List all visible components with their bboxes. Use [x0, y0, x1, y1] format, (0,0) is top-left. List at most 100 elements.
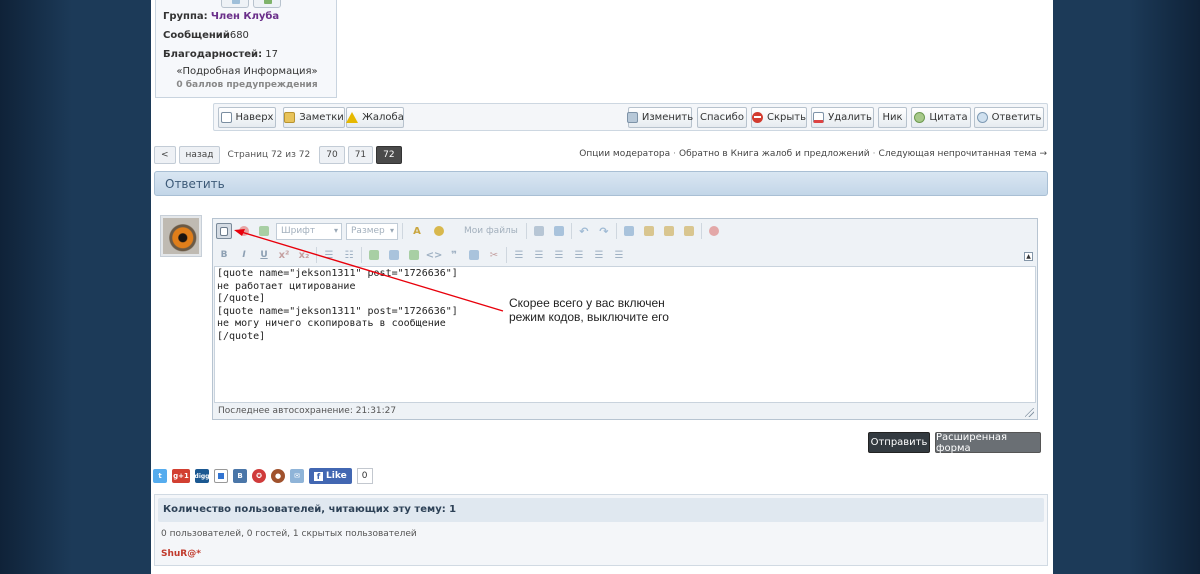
moderator-links: Опции модератора · Обратно в Книга жалоб и…	[579, 149, 1047, 159]
reply-header: Ответить	[154, 171, 1048, 196]
vk-icon[interactable]: B	[233, 469, 247, 483]
page-link-72-current[interactable]: 72	[376, 146, 402, 164]
undo-format-button[interactable]	[236, 223, 252, 239]
back-button[interactable]: назад	[178, 146, 221, 164]
author-thanks-row: Благодарностей: 17	[163, 49, 278, 60]
reply-icon	[976, 112, 988, 123]
edit-button[interactable]: Изменить	[626, 107, 693, 128]
image-button[interactable]	[406, 247, 422, 263]
undo-button[interactable]: ↶	[576, 223, 592, 239]
report-button[interactable]: Жалоба	[346, 107, 404, 128]
toggle-code-mode-button[interactable]	[216, 223, 232, 239]
page-link-71[interactable]: 71	[347, 146, 374, 164]
reply-button[interactable]: Ответить	[974, 107, 1044, 128]
odnoklassniki-icon[interactable]: ✪	[252, 469, 266, 483]
size-select[interactable]: Размер	[346, 222, 398, 240]
copy-button[interactable]	[621, 223, 637, 239]
paste-text-icon	[683, 226, 694, 236]
subscript-icon: x₂	[298, 249, 310, 261]
indent-icon: ☰	[514, 249, 524, 261]
autosave-status: Последнее автосохранение: 21:31:27	[218, 406, 397, 416]
table-button[interactable]	[531, 223, 547, 239]
group-value[interactable]: Член Клуба	[211, 11, 279, 22]
font-select[interactable]: Шрифт	[276, 222, 342, 240]
email-icon[interactable]: ✉	[290, 469, 304, 483]
google-plus-icon[interactable]: g+1	[172, 469, 190, 483]
digg-icon[interactable]: digg	[195, 469, 209, 483]
indent-button[interactable]: ☰	[511, 247, 527, 263]
emoticons-button[interactable]	[431, 223, 447, 239]
delicious-icon[interactable]	[214, 469, 228, 483]
align-right-button[interactable]: ☰	[591, 247, 607, 263]
collapse-toolbar-icon[interactable]: ▲	[1024, 252, 1033, 261]
quote-insert-button[interactable]: ❞	[446, 247, 462, 263]
page-link-70[interactable]: 70	[319, 146, 345, 164]
facebook-like-count: 0	[356, 468, 373, 484]
subscript-button[interactable]: x₂	[296, 247, 312, 263]
quote-icon	[914, 112, 926, 123]
notes-button[interactable]: Заметки	[283, 107, 345, 128]
code-button[interactable]: <>	[426, 247, 443, 263]
next-unread-link[interactable]: Следующая непрочитанная тема →	[879, 149, 1047, 159]
top-button[interactable]: Наверх	[218, 107, 276, 128]
align-left-icon: ☰	[554, 249, 564, 261]
unlink-button[interactable]	[386, 247, 402, 263]
preview-button[interactable]	[706, 223, 722, 239]
facebook-like-button[interactable]: f Like	[309, 468, 352, 484]
hide-button[interactable]: Скрыть	[751, 107, 807, 128]
moderator-options-link[interactable]: Опции модератора	[579, 149, 670, 159]
redo-button[interactable]: ↷	[596, 223, 612, 239]
paste-button[interactable]	[661, 223, 677, 239]
author-posts-row: Сообщений680	[163, 30, 249, 41]
spellcheck-button[interactable]	[256, 223, 272, 239]
nick-button[interactable]: Ник	[878, 107, 907, 128]
text-color-button[interactable]: A	[407, 223, 427, 239]
bold-button[interactable]: B	[216, 247, 232, 263]
pm-icon[interactable]	[221, 0, 249, 8]
quote-button[interactable]: Цитата	[911, 107, 971, 128]
files-icon	[451, 226, 461, 236]
resize-grip-icon[interactable]	[1025, 408, 1034, 417]
reply-textarea[interactable]: [quote name="jekson1311" post="1726636"]…	[214, 266, 1036, 403]
spoiler-button[interactable]: ✂	[486, 247, 502, 263]
special-char-button[interactable]	[551, 223, 567, 239]
posts-label: Сообщений	[163, 30, 230, 41]
my-files-button[interactable]: Мои файлы	[451, 226, 518, 236]
italic-button[interactable]: I	[236, 247, 252, 263]
twitter-icon[interactable]: t	[153, 469, 167, 483]
thanks-label: Благодарностей:	[163, 49, 263, 60]
advanced-form-button[interactable]: Расширенная форма	[935, 432, 1041, 454]
annotation-line-2: режим кодов, выключите его	[509, 310, 669, 324]
send-button[interactable]: Отправить	[868, 432, 930, 453]
cut-button[interactable]	[641, 223, 657, 239]
paste-text-button[interactable]	[681, 223, 697, 239]
table-icon	[533, 226, 544, 236]
copy-icon	[623, 226, 634, 236]
align-left-button[interactable]: ☰	[551, 247, 567, 263]
prev-page-arrow[interactable]: <	[154, 146, 176, 164]
post-action-bar: Наверх Заметки Жалоба Изменить Спасибо С…	[213, 103, 1048, 131]
underline-button[interactable]: U	[256, 247, 272, 263]
editor-toolbar-top: Шрифт Размер A Мои файлы ↶ ↷	[216, 221, 726, 241]
avatar	[160, 215, 202, 257]
media-button[interactable]	[466, 247, 482, 263]
editor-toolbar-bottom: B I U x² x₂ ☰ ☷ <> ❞ ✂ ☰ ☰ ☰ ☰ ☰ ☰	[216, 245, 631, 265]
link-button[interactable]	[366, 247, 382, 263]
add-friend-icon[interactable]	[253, 0, 281, 8]
details-link[interactable]: «Подробная Информация»	[156, 66, 338, 77]
align-justify-button[interactable]: ☰	[611, 247, 627, 263]
spoiler-icon: ✂	[489, 249, 499, 261]
thanks-button[interactable]: Спасибо	[697, 107, 747, 128]
moimir-icon[interactable]: ●	[271, 469, 285, 483]
back-to-forum-link[interactable]: Обратно в Книга жалоб и предложений	[679, 149, 870, 159]
align-center-button[interactable]: ☰	[571, 247, 587, 263]
bullet-list-button[interactable]: ☰	[321, 247, 337, 263]
number-list-button[interactable]: ☷	[341, 247, 357, 263]
delete-button[interactable]: Удалить	[811, 107, 874, 128]
align-right-icon: ☰	[594, 249, 604, 261]
outdent-button[interactable]: ☰	[531, 247, 547, 263]
strike-button[interactable]: x²	[276, 247, 292, 263]
page-count-label: Страниц 72 из 72	[227, 150, 311, 160]
reader-user-link[interactable]: ShuR@*	[161, 549, 201, 559]
warnings-text: 0 баллов предупреждения	[176, 80, 318, 90]
